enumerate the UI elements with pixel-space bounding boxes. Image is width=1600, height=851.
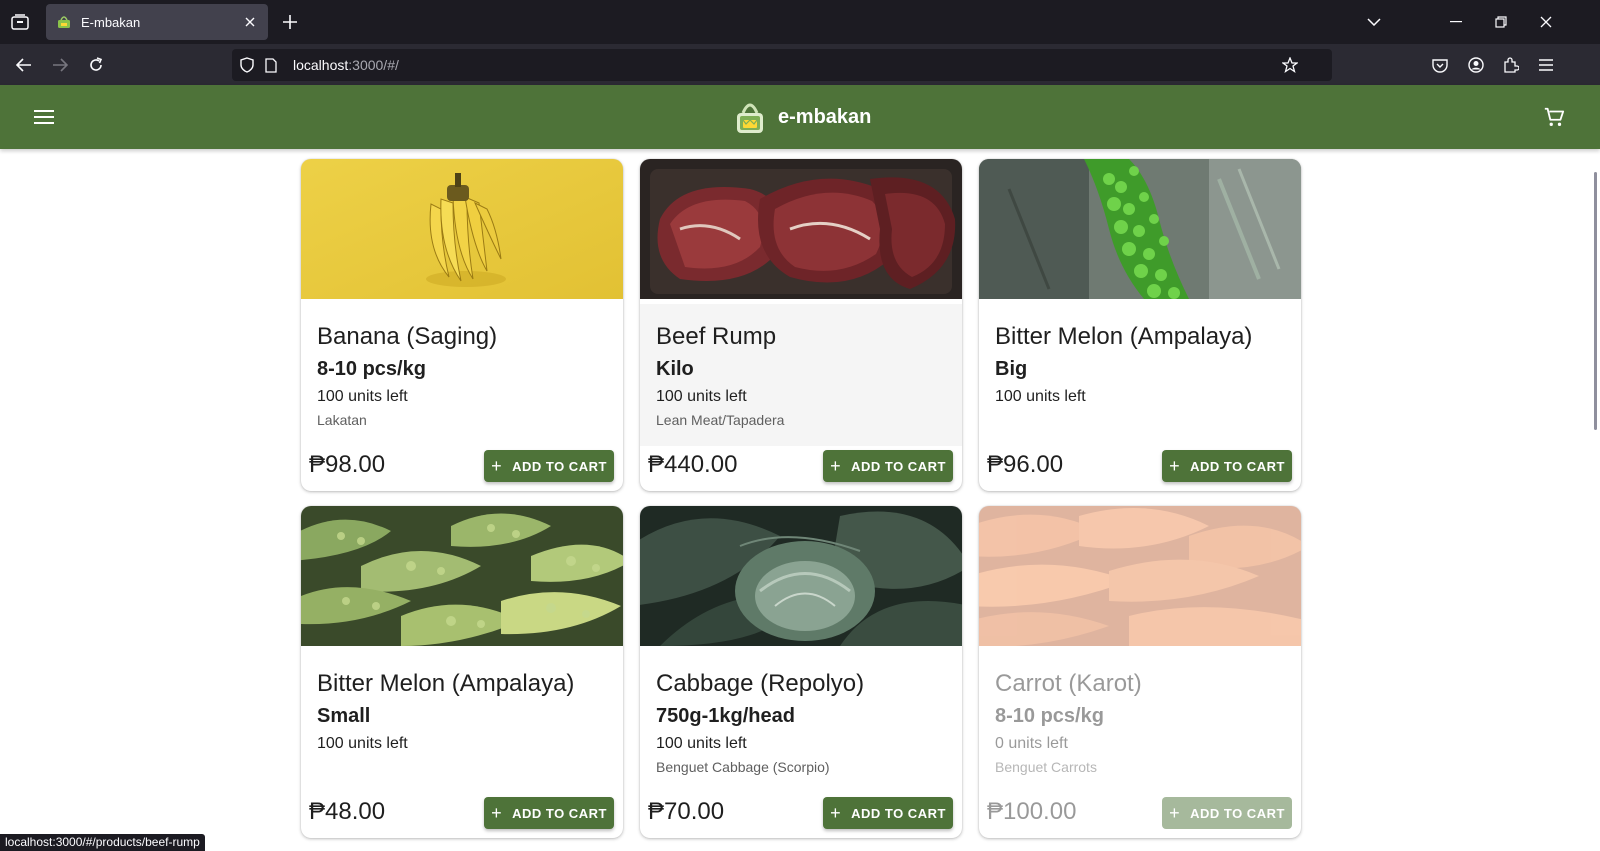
product-price: ₱48.00 (309, 798, 386, 825)
product-name: Carrot (Karot) (995, 670, 1142, 697)
product-description: Lakatan (317, 412, 367, 428)
product-name: Bitter Melon (Ampalaya) (995, 323, 1253, 350)
cabbage-image (640, 506, 962, 646)
product-description: Benguet Cabbage (Scorpio) (656, 759, 830, 775)
card-body: Cabbage (Repolyo) 750g-1kg/head 100 unit… (640, 651, 962, 793)
product-grid: Banana (Saging) 8-10 pcs/kg 100 units le… (301, 159, 1301, 838)
browser-tab-bar: E-mbakan (0, 0, 1600, 44)
app-menu-icon[interactable] (1533, 52, 1559, 78)
product-card: Carrot (Karot) 8-10 pcs/kg 0 units left … (979, 506, 1301, 838)
pocket-icon[interactable] (1427, 52, 1453, 78)
restore-icon[interactable] (1491, 12, 1511, 32)
basket-logo-icon (737, 103, 763, 133)
product-stock: 100 units left (656, 388, 747, 405)
add-to-cart-button[interactable]: + ADD TO CART (823, 450, 953, 482)
address-bar[interactable]: localhost:3000/#/ (232, 49, 1332, 81)
product-variant: Small (317, 705, 371, 727)
plus-icon: + (491, 803, 503, 823)
close-window-icon[interactable] (1536, 12, 1556, 32)
add-to-cart-button[interactable]: + ADD TO CART (484, 797, 614, 829)
product-variant: 8-10 pcs/kg (317, 358, 426, 380)
extensions-icon[interactable] (1498, 52, 1524, 78)
browser-tab[interactable]: E-mbakan (46, 4, 268, 40)
list-all-tabs-icon[interactable] (1364, 12, 1384, 32)
card-body: Carrot (Karot) 8-10 pcs/kg 0 units left … (979, 651, 1301, 793)
banana-image (301, 159, 623, 299)
page-icon[interactable] (262, 56, 280, 74)
new-tab-icon[interactable] (280, 12, 300, 32)
cart-icon[interactable] (1540, 103, 1568, 131)
product-name: Banana (Saging) (317, 323, 498, 350)
tab-close-icon[interactable] (242, 14, 258, 30)
beef-image (640, 159, 962, 299)
app-header: e-mbakan (0, 85, 1600, 149)
product-stock: 100 units left (656, 735, 747, 752)
bitter-melon-small-image (301, 506, 623, 646)
carrot-image (979, 506, 1301, 647)
button-label: ADD TO CART (1190, 458, 1285, 474)
brand-name: e-mbakan (778, 105, 872, 128)
status-link: localhost:3000/#/products/beef-rump (0, 834, 205, 851)
tab-list-icon[interactable] (8, 10, 32, 34)
product-variant: Big (995, 358, 1028, 380)
product-price: ₱96.00 (987, 451, 1064, 478)
plus-icon: + (830, 456, 842, 476)
button-label: ADD TO CART (851, 458, 946, 474)
product-name: Cabbage (Repolyo) (656, 670, 865, 697)
bookmark-star-icon[interactable] (1281, 56, 1299, 74)
page-scrollbar[interactable] (1594, 172, 1597, 430)
add-to-cart-button[interactable]: + ADD TO CART (823, 797, 953, 829)
tab-title: E-mbakan (81, 14, 141, 30)
add-to-cart-button[interactable]: + ADD TO CART (484, 450, 614, 482)
minimize-icon[interactable] (1446, 12, 1466, 32)
button-label: ADD TO CART (512, 458, 607, 474)
basket-favicon-icon (58, 16, 70, 28)
bitter-melon-big-image (979, 159, 1301, 299)
card-body: Beef Rump Kilo 100 units left Lean Meat/… (640, 304, 962, 446)
product-name: Beef Rump (656, 323, 777, 350)
forward-icon[interactable] (47, 52, 73, 78)
product-variant: Kilo (656, 358, 694, 380)
product-price: ₱100.00 (987, 798, 1077, 825)
card-body: Bitter Melon (Ampalaya) Small 100 units … (301, 651, 623, 793)
url-text[interactable]: localhost:3000/#/ (293, 57, 399, 73)
hamburger-icon[interactable] (30, 103, 58, 131)
plus-icon: + (1169, 803, 1181, 823)
url-host: localhost (293, 57, 349, 73)
product-card[interactable]: Beef Rump Kilo 100 units left Lean Meat/… (640, 159, 962, 491)
product-variant: 750g-1kg/head (656, 705, 795, 727)
shield-icon[interactable] (238, 56, 256, 74)
url-path: :3000/#/ (348, 57, 399, 73)
product-stock: 100 units left (995, 388, 1086, 405)
product-stock: 100 units left (317, 735, 408, 752)
product-price: ₱70.00 (648, 798, 725, 825)
add-to-cart-button: + ADD TO CART (1162, 797, 1292, 829)
button-label: ADD TO CART (851, 805, 946, 821)
product-card[interactable]: Bitter Melon (Ampalaya) Big 100 units le… (979, 159, 1301, 491)
product-stock: 100 units left (317, 388, 408, 405)
card-body: Banana (Saging) 8-10 pcs/kg 100 units le… (301, 304, 623, 446)
brand[interactable]: e-mbakan (734, 99, 871, 135)
plus-icon: + (1169, 456, 1181, 476)
product-card[interactable]: Banana (Saging) 8-10 pcs/kg 100 units le… (301, 159, 623, 491)
card-body: Bitter Melon (Ampalaya) Big 100 units le… (979, 304, 1301, 446)
product-price: ₱98.00 (309, 451, 386, 478)
account-icon[interactable] (1463, 52, 1489, 78)
product-description: Lean Meat/Tapadera (656, 412, 785, 428)
product-stock: 0 units left (995, 735, 1068, 752)
browser-nav-bar: localhost:3000/#/ (0, 44, 1600, 85)
button-label: ADD TO CART (512, 805, 607, 821)
product-card[interactable]: Bitter Melon (Ampalaya) Small 100 units … (301, 506, 623, 838)
reload-icon[interactable] (83, 52, 109, 78)
product-name: Bitter Melon (Ampalaya) (317, 670, 575, 697)
add-to-cart-button[interactable]: + ADD TO CART (1162, 450, 1292, 482)
product-description: Benguet Carrots (995, 759, 1097, 775)
back-icon[interactable] (11, 52, 37, 78)
product-card[interactable]: Cabbage (Repolyo) 750g-1kg/head 100 unit… (640, 506, 962, 838)
button-label: ADD TO CART (1190, 805, 1285, 821)
plus-icon: + (830, 803, 842, 823)
product-price: ₱440.00 (648, 451, 738, 478)
product-variant: 8-10 pcs/kg (995, 705, 1104, 727)
plus-icon: + (491, 456, 503, 476)
